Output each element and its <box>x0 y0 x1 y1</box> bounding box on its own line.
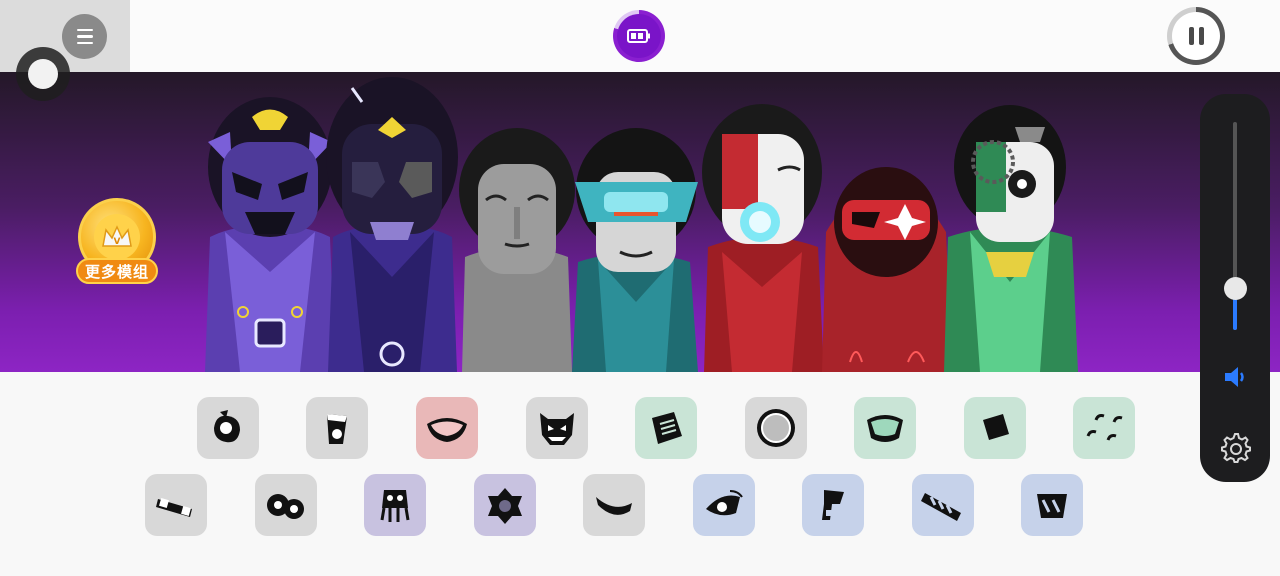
character-grey-plain[interactable] <box>459 128 575 372</box>
sound-icon-12[interactable] <box>364 474 426 536</box>
sound-icon-1[interactable] <box>197 397 259 459</box>
character-red-hood[interactable] <box>822 167 952 372</box>
sound-icon-14[interactable] <box>583 474 645 536</box>
character-purple-horned[interactable] <box>205 97 335 372</box>
hamburger-menu-icon[interactable] <box>62 14 107 59</box>
floating-assist-ball[interactable] <box>16 47 70 101</box>
speaker-icon[interactable] <box>1222 364 1248 390</box>
character-teal-visor[interactable] <box>572 128 698 372</box>
sound-icon-16[interactable] <box>802 474 864 536</box>
volume-panel <box>1200 94 1270 482</box>
pause-button[interactable] <box>1167 7 1225 65</box>
sound-icon-8[interactable] <box>964 397 1026 459</box>
character-green-jester[interactable] <box>944 105 1078 372</box>
more-mods-badge[interactable]: V 更多模组 <box>74 198 160 290</box>
sound-icon-11[interactable] <box>255 474 317 536</box>
sound-icon-6[interactable] <box>745 397 807 459</box>
characters-layer <box>205 77 1078 372</box>
sound-icon-4[interactable] <box>526 397 588 459</box>
sound-icon-2[interactable] <box>306 397 368 459</box>
gear-icon[interactable] <box>1219 431 1251 463</box>
sound-icon-15[interactable] <box>693 474 755 536</box>
app-screen: V 更多模组 <box>0 0 1280 576</box>
volume-slider-thumb[interactable] <box>1224 277 1247 300</box>
svg-text:V: V <box>114 237 121 247</box>
pause-icon <box>1172 12 1220 60</box>
sound-icon-3[interactable] <box>416 397 478 459</box>
sound-icon-18[interactable] <box>1021 474 1083 536</box>
character-purple-masked[interactable] <box>326 77 458 372</box>
sound-icon-17[interactable] <box>912 474 974 536</box>
more-mods-label: 更多模组 <box>76 258 158 284</box>
character-stage: V 更多模组 <box>0 72 1280 372</box>
sound-icon-13[interactable] <box>474 474 536 536</box>
character-red-cyber[interactable] <box>702 104 824 372</box>
battery-button[interactable] <box>613 10 665 62</box>
sound-icon-10[interactable] <box>145 474 207 536</box>
sound-icon-9[interactable] <box>1073 397 1135 459</box>
sound-icon-5[interactable] <box>635 397 697 459</box>
battery-icon <box>617 14 661 58</box>
sound-icon-7[interactable] <box>854 397 916 459</box>
top-bar <box>0 0 1280 72</box>
